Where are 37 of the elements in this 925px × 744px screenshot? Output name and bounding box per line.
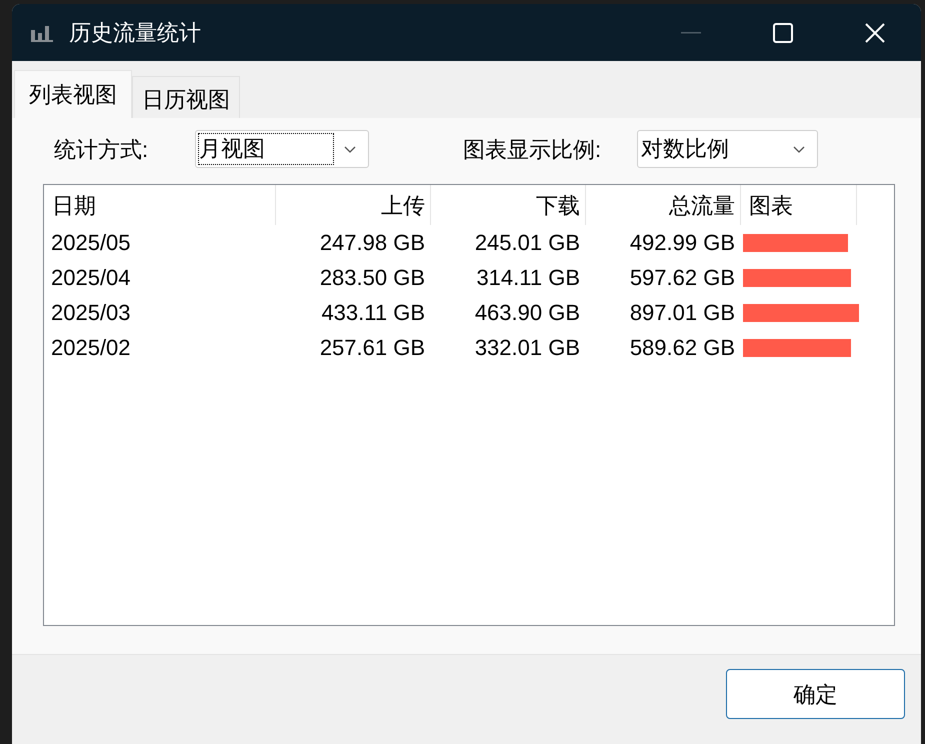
dropdown[interactable]: 月视图 [195, 130, 369, 168]
table-cell-text: 2025/05 [50, 229, 132, 257]
tab[interactable]: 列表视图 [14, 70, 132, 118]
dropdown-value: 对数比例 [640, 135, 730, 163]
table-cell-text: 433.11 GB [320, 299, 426, 327]
close-icon [865, 22, 885, 42]
table-cell-text: 245.01 GB [474, 229, 581, 257]
column-header[interactable]: 下载 [431, 185, 586, 225]
table-cell-text: 332.01 GB [474, 334, 581, 362]
table-cell-text: 597.62 GB [628, 264, 736, 292]
filter-label: 图表显示比例: [463, 136, 602, 164]
bar-chart-icon [31, 24, 53, 42]
table-cell-text: 257.61 GB [318, 334, 426, 362]
chevron-down-icon [344, 146, 356, 152]
table-cell-text: 897.01 GB [628, 299, 736, 327]
maximize-icon [773, 22, 793, 42]
window-title: 历史流量统计 [69, 19, 201, 47]
column-header[interactable]: 总流量 [586, 185, 741, 225]
tab[interactable]: 日历视图 [132, 76, 240, 118]
column-header[interactable]: 上传 [276, 185, 431, 225]
table-cell-text: 2025/02 [50, 334, 132, 362]
ok-button[interactable]: 确定 [726, 669, 905, 719]
filter-label: 统计方式: [54, 136, 150, 164]
dropdown[interactable]: 对数比例 [637, 130, 818, 168]
table-cell-text: 463.90 GB [474, 299, 581, 327]
table-cell-text: 492.99 GB [628, 229, 736, 257]
chevron-down-icon [793, 146, 805, 152]
table-cell-text: 247.98 GB [318, 229, 426, 257]
minimize-icon [681, 32, 701, 34]
table-cell-text: 314.11 GB [475, 264, 581, 292]
table-cell-text: 283.50 GB [318, 264, 426, 292]
column-header[interactable]: 图表 [741, 185, 857, 225]
table-cell-text: 2025/04 [50, 264, 132, 292]
column-header[interactable]: 日期 [44, 185, 276, 225]
dropdown-value: 月视图 [198, 133, 334, 165]
table-cell-text: 589.62 GB [628, 334, 736, 362]
table-cell-text: 2025/03 [50, 299, 132, 327]
